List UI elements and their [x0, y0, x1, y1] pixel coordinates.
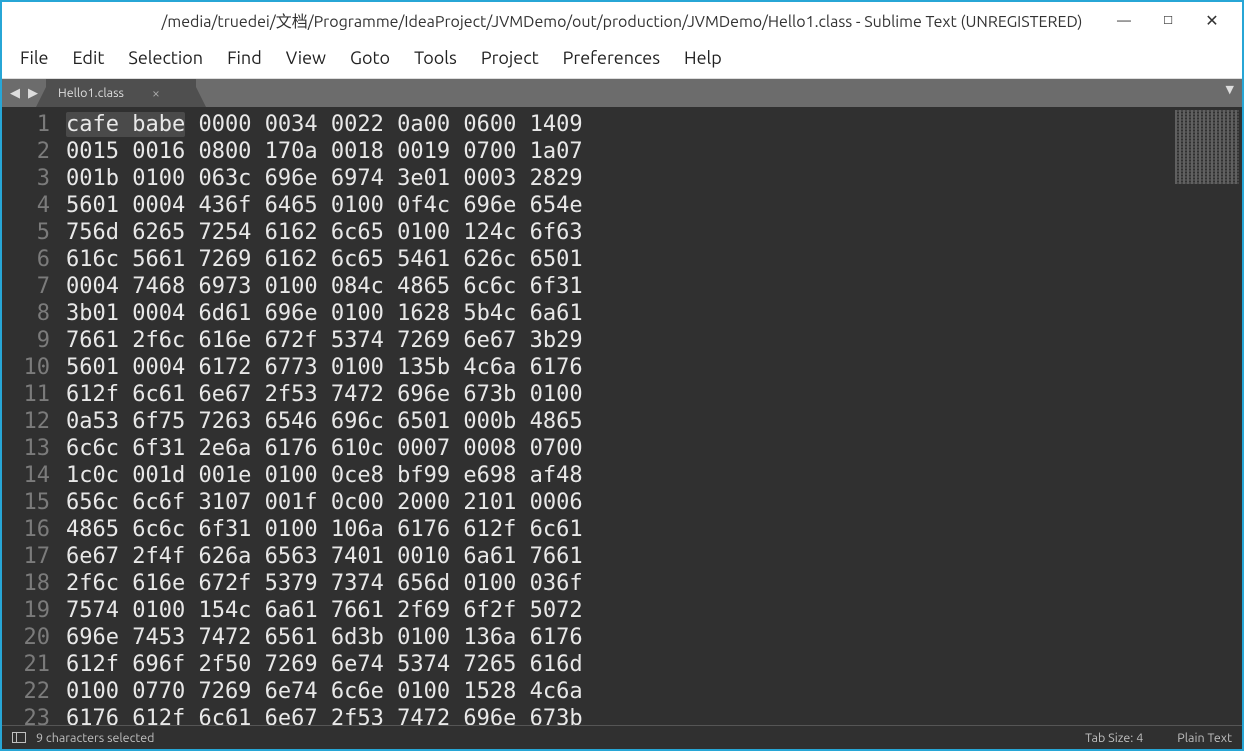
text-selection: cafe babe — [66, 112, 185, 137]
code-line: 7661 2f6c 616e 672f 5374 7269 6e67 3b29 — [66, 327, 1242, 354]
maximize-button[interactable]: ☐ — [1158, 10, 1178, 30]
code-line: 6176 612f 6c61 6e67 2f53 7472 696e 673b — [66, 705, 1242, 725]
code-line: 0a53 6f75 7263 6546 696c 6501 000b 4865 — [66, 408, 1242, 435]
tab-active[interactable]: Hello1.class × — [46, 79, 196, 107]
menu-item-goto[interactable]: Goto — [338, 42, 402, 74]
window-controls: — ☐ ✕ — [1114, 2, 1236, 38]
code-line: 1c0c 001d 001e 0100 0ce8 bf99 e698 af48 — [66, 462, 1242, 489]
code-line: 612f 6c61 6e67 2f53 7472 696e 673b 0100 — [66, 381, 1242, 408]
line-number: 10 — [2, 354, 50, 381]
app-window: /media/truedei/文档/Programme/IdeaProject/… — [0, 0, 1244, 751]
line-number: 16 — [2, 516, 50, 543]
status-right: Tab Size: 4 Plain Text — [1085, 731, 1232, 745]
code-line: 756d 6265 7254 6162 6c65 0100 124c 6f63 — [66, 219, 1242, 246]
code-line: 001b 0100 063c 696e 6974 3e01 0003 2829 — [66, 165, 1242, 192]
code-line: 696e 7453 7472 6561 6d3b 0100 136a 6176 — [66, 624, 1242, 651]
status-left: 9 characters selected — [12, 731, 154, 745]
code-line: 6e67 2f4f 626a 6563 7401 0010 6a61 7661 — [66, 543, 1242, 570]
tab-close-icon[interactable]: × — [152, 85, 160, 101]
tab-strip: ◀ ▶ Hello1.class × ▼ — [2, 79, 1242, 107]
titlebar: /media/truedei/文档/Programme/IdeaProject/… — [2, 2, 1242, 38]
code-line: 7574 0100 154c 6a61 7661 2f69 6f2f 5072 — [66, 597, 1242, 624]
code-line: 3b01 0004 6d61 696e 0100 1628 5b4c 6a61 — [66, 300, 1242, 327]
line-number: 6 — [2, 246, 50, 273]
menu-item-find[interactable]: Find — [215, 42, 274, 74]
line-number: 3 — [2, 165, 50, 192]
code-line: 612f 696f 2f50 7269 6e74 5374 7265 616d — [66, 651, 1242, 678]
line-number: 4 — [2, 192, 50, 219]
line-number: 19 — [2, 597, 50, 624]
line-number: 20 — [2, 624, 50, 651]
close-button[interactable]: ✕ — [1202, 10, 1222, 30]
line-number: 8 — [2, 300, 50, 327]
line-number: 9 — [2, 327, 50, 354]
line-number: 5 — [2, 219, 50, 246]
code-content[interactable]: cafe babe 0000 0034 0022 0a00 0600 14090… — [60, 107, 1242, 725]
code-line: 5601 0004 6172 6773 0100 135b 4c6a 6176 — [66, 354, 1242, 381]
editor-area[interactable]: 1234567891011121314151617181920212223 ca… — [2, 107, 1242, 725]
code-line: 4865 6c6c 6f31 0100 106a 6176 612f 6c61 — [66, 516, 1242, 543]
statusbar: 9 characters selected Tab Size: 4 Plain … — [2, 725, 1242, 749]
code-line: 0100 0770 7269 6e74 6c6e 0100 1528 4c6a — [66, 678, 1242, 705]
menu-item-edit[interactable]: Edit — [61, 42, 117, 74]
menu-item-help[interactable]: Help — [672, 42, 734, 74]
menu-item-file[interactable]: File — [8, 42, 61, 74]
nav-back-icon[interactable]: ◀ — [10, 86, 20, 101]
line-number: 11 — [2, 381, 50, 408]
code-line: 0004 7468 6973 0100 084c 4865 6c6c 6f31 — [66, 273, 1242, 300]
code-line: cafe babe 0000 0034 0022 0a00 0600 1409 — [66, 111, 1242, 138]
tab-overflow-icon[interactable]: ▼ — [1226, 83, 1234, 96]
line-number: 15 — [2, 489, 50, 516]
menu-item-preferences[interactable]: Preferences — [551, 42, 672, 74]
code-line: 5601 0004 436f 6465 0100 0f4c 696e 654e — [66, 192, 1242, 219]
code-line: 2f6c 616e 672f 5379 7374 656d 0100 036f — [66, 570, 1242, 597]
line-number: 23 — [2, 705, 50, 725]
menu-item-tools[interactable]: Tools — [402, 42, 469, 74]
tab-label: Hello1.class — [58, 86, 124, 100]
menu-item-project[interactable]: Project — [469, 42, 551, 74]
line-number: 12 — [2, 408, 50, 435]
window-title: /media/truedei/文档/Programme/IdeaProject/… — [162, 8, 1083, 32]
menu-item-view[interactable]: View — [274, 42, 338, 74]
line-number: 22 — [2, 678, 50, 705]
menu-item-selection[interactable]: Selection — [116, 42, 215, 74]
code-line: 6c6c 6f31 2e6a 6176 610c 0007 0008 0700 — [66, 435, 1242, 462]
line-number: 13 — [2, 435, 50, 462]
minimize-button[interactable]: — — [1114, 10, 1134, 30]
code-line: 0015 0016 0800 170a 0018 0019 0700 1a07 — [66, 138, 1242, 165]
line-number: 21 — [2, 651, 50, 678]
line-number: 2 — [2, 138, 50, 165]
line-number: 14 — [2, 462, 50, 489]
status-selection: 9 characters selected — [36, 731, 154, 745]
line-number: 7 — [2, 273, 50, 300]
line-number: 17 — [2, 543, 50, 570]
code-line: 656c 6c6f 3107 001f 0c00 2000 2101 0006 — [66, 489, 1242, 516]
minimap[interactable] — [1175, 110, 1239, 184]
line-number: 1 — [2, 111, 50, 138]
status-tab-size[interactable]: Tab Size: 4 — [1085, 731, 1143, 745]
line-gutter: 1234567891011121314151617181920212223 — [2, 107, 60, 725]
line-number: 18 — [2, 570, 50, 597]
status-syntax[interactable]: Plain Text — [1177, 731, 1232, 745]
menubar: FileEditSelectionFindViewGotoToolsProjec… — [2, 38, 1242, 79]
panel-toggle-icon[interactable] — [12, 732, 26, 743]
code-line: 616c 5661 7269 6162 6c65 5461 626c 6501 — [66, 246, 1242, 273]
